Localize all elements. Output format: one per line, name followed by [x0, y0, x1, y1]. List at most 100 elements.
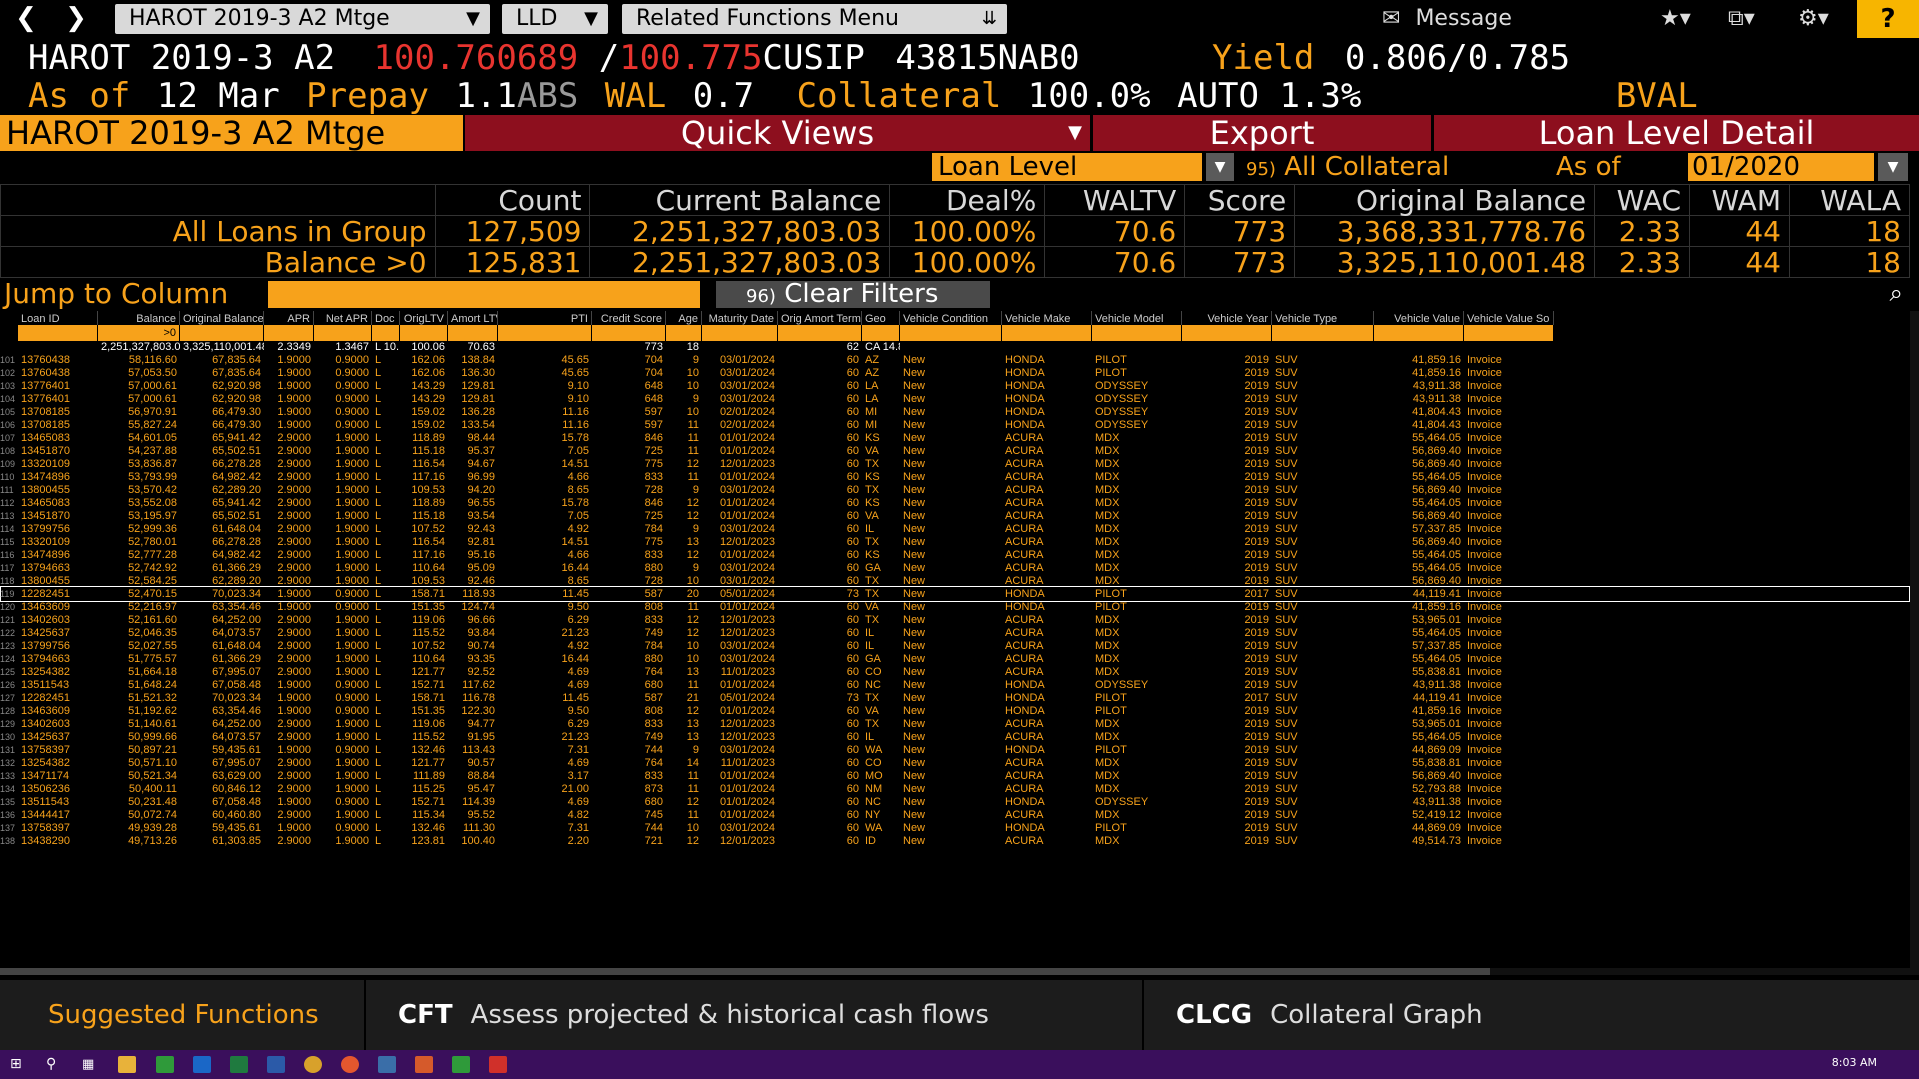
grid-cell: 100.40 [461, 835, 495, 847]
message-button[interactable]: ✉ Message [1382, 4, 1512, 34]
section-divider [1142, 980, 1144, 1050]
collateral-selector[interactable]: 95) All Collateral [1246, 153, 1476, 181]
outlook-icon[interactable] [193, 1056, 211, 1073]
gear-icon[interactable]: ⚙▾ [1798, 4, 1829, 34]
summary-column-header: Original Balance [1294, 184, 1596, 216]
jump-to-column-label: Jump to Column [4, 277, 229, 310]
grid-cell: MDX [1095, 835, 1120, 847]
asof-dropdown-arrow[interactable]: ▼ [1878, 153, 1908, 181]
asof-filter-label: As of [1556, 152, 1621, 182]
bloomberg-icon[interactable] [156, 1056, 174, 1073]
window-export-icon[interactable]: ⧉▾ [1728, 4, 1755, 34]
collateral-label: Collateral [796, 76, 1002, 116]
jump-to-column-input[interactable] [268, 281, 700, 308]
summary-row-label: All Loans in Group [0, 215, 436, 247]
function-dropdown[interactable]: LLD ▼ [502, 4, 608, 34]
clcg-description: Collateral Graph [1270, 1000, 1483, 1030]
asof-date-dropdown[interactable]: 01/2020 [1688, 153, 1874, 181]
summary-cell: 773 [1184, 215, 1296, 247]
export-button[interactable]: Export [1093, 115, 1431, 151]
prepay-type: ABS [516, 76, 579, 116]
cft-code: CFT [398, 1000, 453, 1030]
summary-cell: 44 [1689, 215, 1790, 247]
cusip-label: CUSIP [762, 38, 865, 78]
asof-label: As of [28, 76, 131, 116]
summary-cell: 125,831 [434, 246, 591, 278]
summary-cell: 100.00% [889, 215, 1046, 247]
zoom-search-icon[interactable]: ⌕ [1890, 279, 1903, 307]
loan-level-detail-button[interactable]: Loan Level Detail [1434, 115, 1919, 151]
summary-cell: 18 [1789, 246, 1910, 278]
grid-cell: 2.9000 [277, 835, 311, 847]
table-row[interactable]: 138 13438290 49,713.26 61,303.85 2.9000 1.900… [0, 833, 1910, 849]
summary-column-header: WALA [1789, 184, 1910, 216]
app-icon[interactable] [452, 1056, 470, 1073]
clear-filters-label: Clear Filters [784, 279, 939, 309]
chevron-down-icon: ▼ [466, 8, 480, 29]
clear-filters-num: 96) [746, 286, 776, 307]
app-icon[interactable] [489, 1056, 507, 1073]
windows-taskbar: ⊞ ⚲ ▦ 8:03 AM [0, 1050, 1919, 1079]
windows-start-icon[interactable]: ⊞ [10, 1056, 28, 1073]
horizontal-scroll-thumb[interactable] [0, 968, 1490, 975]
word-icon[interactable] [267, 1056, 285, 1073]
summary-column-header [0, 184, 436, 216]
security-title-tab: HAROT 2019-3 A2 Mtge [0, 115, 463, 151]
app-icon[interactable] [378, 1056, 396, 1073]
level-dropdown-label: Loan Level [938, 152, 1078, 182]
security-dropdown[interactable]: HAROT 2019-3 A2 Mtge ▼ [115, 4, 490, 34]
taskbar-clock: 8:03 AM [1831, 1056, 1877, 1069]
level-dropdown[interactable]: Loan Level [932, 153, 1202, 181]
security-dropdown-label: HAROT 2019-3 A2 Mtge [129, 6, 390, 31]
grid-cell: Invoice [1467, 835, 1502, 847]
suggested-cft-link[interactable]: CFT Assess projected & historical cash fl… [398, 980, 989, 1050]
summary-row[interactable]: All Loans in Group 127,509 2,251,327,803.0… [0, 215, 1910, 247]
collateral-num: 95) [1246, 159, 1276, 180]
back-arrow-icon[interactable]: ❮ [6, 3, 46, 33]
collateral-label: All Collateral [1284, 152, 1450, 182]
clear-filters-button[interactable]: 96) Clear Filters [716, 281, 990, 308]
level-dropdown-arrow[interactable]: ▼ [1206, 153, 1234, 181]
grid-cell: 49,514.73 [1412, 835, 1461, 847]
summary-cell: 2,251,327,803.03 [589, 246, 891, 278]
summary-column-header: Deal% [889, 184, 1046, 216]
favorite-star-icon[interactable]: ★▾ [1660, 4, 1691, 34]
grid-cell: 721 [644, 835, 663, 847]
forward-arrow-icon[interactable]: ❯ [56, 3, 96, 33]
summary-cell: 100.00% [889, 246, 1046, 278]
app-icon[interactable] [415, 1056, 433, 1073]
suggested-functions-label: Suggested Functions [48, 1000, 319, 1030]
file-explorer-icon[interactable] [118, 1056, 136, 1073]
summary-cell: 127,509 [434, 215, 591, 247]
summary-cell: 2.33 [1594, 215, 1691, 247]
suggested-functions-bar: Suggested Functions CFT Assess projected … [0, 980, 1919, 1050]
help-button[interactable]: ? [1857, 0, 1919, 38]
row-number: 138 [0, 836, 16, 846]
summary-cell: 2.33 [1594, 246, 1691, 278]
vertical-scrollbar[interactable] [1910, 311, 1919, 975]
grid-cell: 49,713.26 [128, 835, 177, 847]
summary-cell: 2,251,327,803.03 [589, 215, 891, 247]
function-dropdown-label: LLD [516, 6, 558, 31]
search-icon[interactable]: ⚲ [46, 1056, 64, 1073]
grid-cell: New [903, 835, 926, 847]
grid-cell: 12 [686, 835, 699, 847]
suggested-clcg-link[interactable]: CLCG Collateral Graph [1176, 980, 1483, 1050]
excel-icon[interactable] [230, 1056, 248, 1073]
security-header-line1: HAROT 2019-3 A2 100.760689 /100.775CUSIP… [28, 38, 1570, 78]
summary-row[interactable]: Balance >0 125,831 2,251,327,803.03 100.00%… [0, 246, 1910, 278]
cusip-value: 43815NAB0 [895, 38, 1080, 78]
summary-cell: 773 [1184, 246, 1296, 278]
bid-price: 100.760689 [373, 38, 579, 78]
asof-value: 12 Mar [156, 76, 280, 116]
task-view-icon[interactable]: ▦ [82, 1056, 100, 1073]
grid-cell: ID [865, 835, 876, 847]
quick-views-menu[interactable]: Quick Views ▼ [465, 115, 1090, 151]
related-functions-menu[interactable]: Related Functions Menu ⇊ [622, 4, 1007, 34]
message-label: Message [1415, 6, 1512, 31]
chrome-icon[interactable] [304, 1056, 322, 1073]
grid-cell: SUV [1275, 835, 1298, 847]
firefox-icon[interactable] [341, 1056, 359, 1073]
summary-column-header: WAM [1689, 184, 1790, 216]
grid-cell: 123.81 [411, 835, 445, 847]
